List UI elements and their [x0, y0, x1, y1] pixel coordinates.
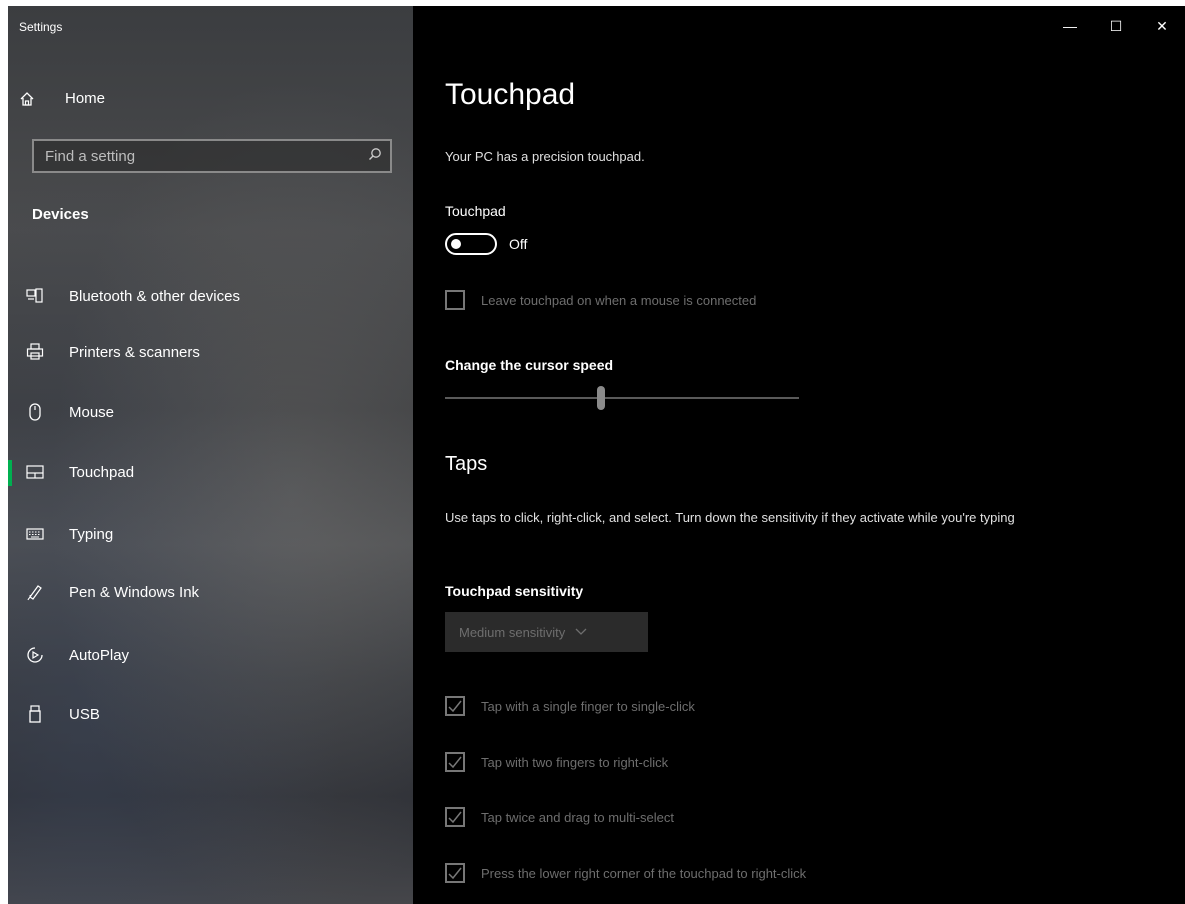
sidebar-item-bluetooth[interactable]: Bluetooth & other devices — [8, 276, 413, 316]
home-label: Home — [65, 90, 106, 107]
sidebar-item-label: Touchpad — [69, 463, 135, 481]
section-label-devices: Devices — [32, 206, 89, 223]
page-title: Touchpad — [445, 78, 576, 111]
home-nav-item[interactable]: Home — [19, 90, 105, 107]
app-title: Settings — [19, 20, 63, 34]
pen-icon — [23, 583, 47, 601]
sidebar-item-label: AutoPlay — [69, 646, 130, 664]
tap-twice-drag-row[interactable]: Tap twice and drag to multi-select — [445, 807, 674, 827]
usb-icon — [23, 705, 47, 723]
checkmark-icon — [448, 700, 462, 713]
search-input[interactable] — [45, 147, 345, 165]
active-indicator — [8, 460, 12, 486]
checkbox-label: Press the lower right corner of the touc… — [481, 865, 807, 881]
sidebar-item-autoplay[interactable]: AutoPlay — [8, 635, 413, 675]
tap-two-fingers-row[interactable]: Tap with two fingers to right-click — [445, 752, 668, 772]
lower-right-corner-row[interactable]: Press the lower right corner of the touc… — [445, 863, 806, 883]
sidebar-item-printers[interactable]: Printers & scanners — [8, 332, 413, 372]
slider-thumb[interactable] — [597, 386, 605, 410]
bluetooth-devices-icon — [23, 288, 47, 304]
sidebar-item-mouse[interactable]: Mouse — [8, 392, 413, 432]
sidebar-item-touchpad[interactable]: Touchpad — [8, 452, 413, 492]
sensitivity-dropdown[interactable]: Medium sensitivity — [445, 612, 648, 652]
printer-icon — [23, 343, 47, 361]
sensitivity-label: Touchpad sensitivity — [445, 583, 584, 599]
checkbox-label: Leave touchpad on when a mouse is connec… — [481, 292, 757, 308]
autoplay-icon — [23, 646, 47, 664]
settings-window: Settings Home Devices Bluetooth & other … — [8, 6, 1185, 904]
leave-touchpad-on-checkbox[interactable] — [445, 290, 465, 310]
touchpad-icon — [23, 465, 47, 479]
sidebar-item-label: Bluetooth & other devices — [69, 287, 240, 305]
touchpad-toggle-label: Touchpad — [445, 203, 506, 219]
chevron-down-icon — [575, 628, 587, 636]
checkbox-label: Tap with two fingers to right-click — [481, 754, 669, 770]
touchpad-toggle[interactable] — [445, 233, 497, 255]
sidebar-item-label: Pen & Windows Ink — [69, 583, 200, 601]
sidebar-item-typing[interactable]: Typing — [8, 514, 413, 554]
toggle-knob — [451, 239, 461, 249]
sidebar-item-label: Mouse — [69, 403, 115, 421]
sidebar-item-label: Typing — [69, 525, 114, 543]
leave-touchpad-on-row[interactable]: Leave touchpad on when a mouse is connec… — [445, 290, 756, 310]
cursor-speed-label: Change the cursor speed — [445, 357, 614, 373]
tap-single-finger-checkbox[interactable] — [445, 696, 465, 716]
checkmark-icon — [448, 756, 462, 769]
checkmark-icon — [448, 867, 462, 880]
main-content: Touchpad Your PC has a precision touchpa… — [445, 6, 1165, 904]
lower-right-corner-checkbox[interactable] — [445, 863, 465, 883]
tap-two-fingers-checkbox[interactable] — [445, 752, 465, 772]
sidebar-item-usb[interactable]: USB — [8, 694, 413, 734]
search-icon[interactable] — [368, 147, 382, 166]
keyboard-icon — [23, 528, 47, 540]
home-icon — [19, 91, 43, 107]
touchpad-status-text: Your PC has a precision touchpad. — [445, 149, 645, 164]
sidebar-item-pen[interactable]: Pen & Windows Ink — [8, 572, 413, 612]
toggle-state-text: Off — [509, 236, 528, 252]
touchpad-toggle-row: Off — [445, 233, 527, 255]
slider-fill — [445, 397, 601, 399]
taps-section-title: Taps — [445, 453, 488, 475]
sidebar-item-label: Printers & scanners — [69, 343, 200, 361]
checkmark-icon — [448, 811, 462, 824]
search-box[interactable] — [32, 139, 392, 173]
dropdown-value: Medium sensitivity — [459, 624, 566, 640]
checkbox-label: Tap twice and drag to multi-select — [481, 809, 674, 825]
tap-twice-drag-checkbox[interactable] — [445, 807, 465, 827]
mouse-icon — [23, 403, 47, 421]
sidebar: Settings Home Devices Bluetooth & other … — [8, 6, 413, 904]
checkbox-label: Tap with a single finger to single-click — [481, 698, 695, 714]
tap-single-finger-row[interactable]: Tap with a single finger to single-click — [445, 696, 695, 716]
sidebar-item-label: USB — [69, 705, 100, 723]
taps-description: Use taps to click, right-click, and sele… — [445, 510, 1015, 525]
cursor-speed-slider[interactable] — [445, 386, 799, 412]
